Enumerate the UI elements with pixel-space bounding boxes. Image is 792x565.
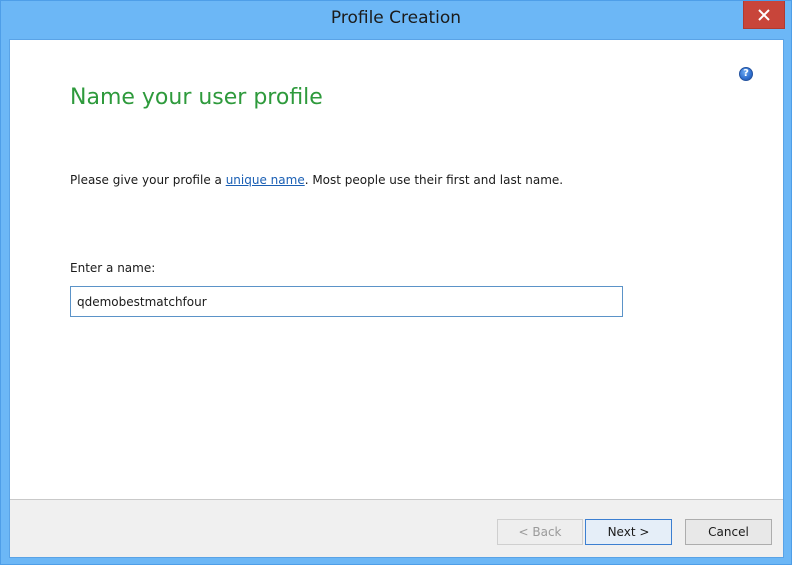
instruction-text: Please give your profile a unique name. …: [70, 173, 563, 187]
profile-creation-window: Profile Creation ? Name your user profil…: [0, 0, 792, 565]
name-field-label: Enter a name:: [70, 261, 156, 275]
instruction-prefix: Please give your profile a: [70, 173, 226, 187]
instruction-suffix: . Most people use their first and last n…: [304, 173, 564, 187]
next-button[interactable]: Next >: [585, 519, 672, 545]
help-icon[interactable]: ?: [739, 67, 753, 81]
title-bar[interactable]: Profile Creation: [1, 1, 791, 39]
unique-name-link[interactable]: unique name: [226, 173, 305, 187]
cancel-button[interactable]: Cancel: [685, 519, 772, 545]
back-button[interactable]: < Back: [497, 519, 583, 545]
dialog-content: ? Name your user profile Please give you…: [9, 39, 784, 558]
button-bar: < Back Next > Cancel: [10, 499, 783, 557]
window-title: Profile Creation: [330, 8, 462, 28]
close-button[interactable]: [743, 1, 785, 29]
close-icon: [758, 8, 770, 21]
profile-name-input[interactable]: [70, 286, 623, 317]
page-heading: Name your user profile: [70, 85, 323, 110]
